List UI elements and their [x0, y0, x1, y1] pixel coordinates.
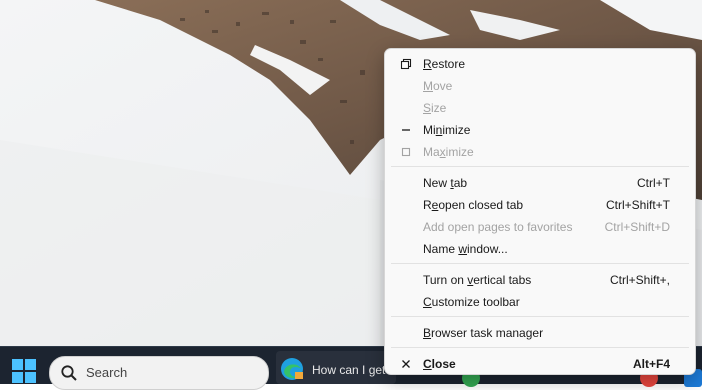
menu-item-label: Close	[423, 357, 456, 371]
menu-item-label: New tab	[423, 176, 468, 190]
menu-item-label: Reopen closed tab	[423, 198, 524, 212]
menu-item-shortcut: Alt+F4	[632, 357, 670, 371]
maximize-icon	[399, 145, 413, 159]
menu-item-label: Move	[423, 79, 453, 93]
restore-icon	[399, 57, 413, 71]
menu-item-maximize: Maximize	[389, 141, 691, 163]
edge-window-title: How can I get	[312, 363, 386, 377]
menu-item-close[interactable]: Close Alt+F4	[389, 353, 691, 375]
search-icon	[61, 365, 77, 381]
menu-item-shortcut: Ctrl+Shift+T	[605, 198, 670, 212]
start-button[interactable]	[12, 359, 36, 383]
menu-separator	[391, 316, 689, 317]
menu-item-new-tab[interactable]: New tab Ctrl+T	[389, 172, 691, 194]
menu-item-reopen-closed-tab[interactable]: Reopen closed tab Ctrl+Shift+T	[389, 194, 691, 216]
close-icon	[399, 357, 413, 371]
menu-item-shortcut: Ctrl+Shift+D	[604, 220, 670, 234]
menu-item-label: Restore	[423, 57, 466, 71]
menu-separator	[391, 347, 689, 348]
taskbar-search-box[interactable]: Search	[49, 356, 269, 390]
menu-separator	[391, 263, 689, 264]
menu-item-shortcut: Ctrl+Shift+,	[609, 273, 670, 287]
menu-item-size: Size	[389, 97, 691, 119]
menu-item-label: Turn on vertical tabs	[423, 273, 532, 287]
menu-item-label: Size	[423, 101, 447, 115]
menu-item-shortcut: Ctrl+T	[637, 176, 670, 190]
menu-item-name-window[interactable]: Name window...	[389, 238, 691, 260]
menu-item-customize-toolbar[interactable]: Customize toolbar	[389, 291, 691, 313]
menu-item-move: Move	[389, 75, 691, 97]
menu-separator	[391, 166, 689, 167]
taskbar-edge-window[interactable]: How can I get	[276, 351, 396, 384]
menu-item-minimize[interactable]: Minimize	[389, 119, 691, 141]
search-label: Search	[86, 365, 128, 380]
window-system-menu: Restore Move Size Minimize Maximize New tab Ct…	[384, 48, 696, 375]
menu-item-label: Minimize	[423, 123, 471, 137]
menu-item-label: Customize toolbar	[423, 295, 520, 309]
menu-item-label: Name window...	[423, 242, 508, 256]
menu-item-turn-on-vertical-tabs[interactable]: Turn on vertical tabs Ctrl+Shift+,	[389, 269, 691, 291]
menu-item-label: Add open pages to favorites	[423, 220, 573, 234]
menu-item-browser-task-manager[interactable]: Browser task manager	[389, 322, 691, 344]
edge-icon	[281, 358, 303, 380]
menu-item-restore[interactable]: Restore	[389, 53, 691, 75]
menu-item-label: Maximize	[423, 145, 474, 159]
menu-item-add-open-pages-to-favorites: Add open pages to favorites Ctrl+Shift+D	[389, 216, 691, 238]
menu-item-label: Browser task manager	[423, 326, 544, 340]
minimize-icon	[399, 123, 413, 137]
